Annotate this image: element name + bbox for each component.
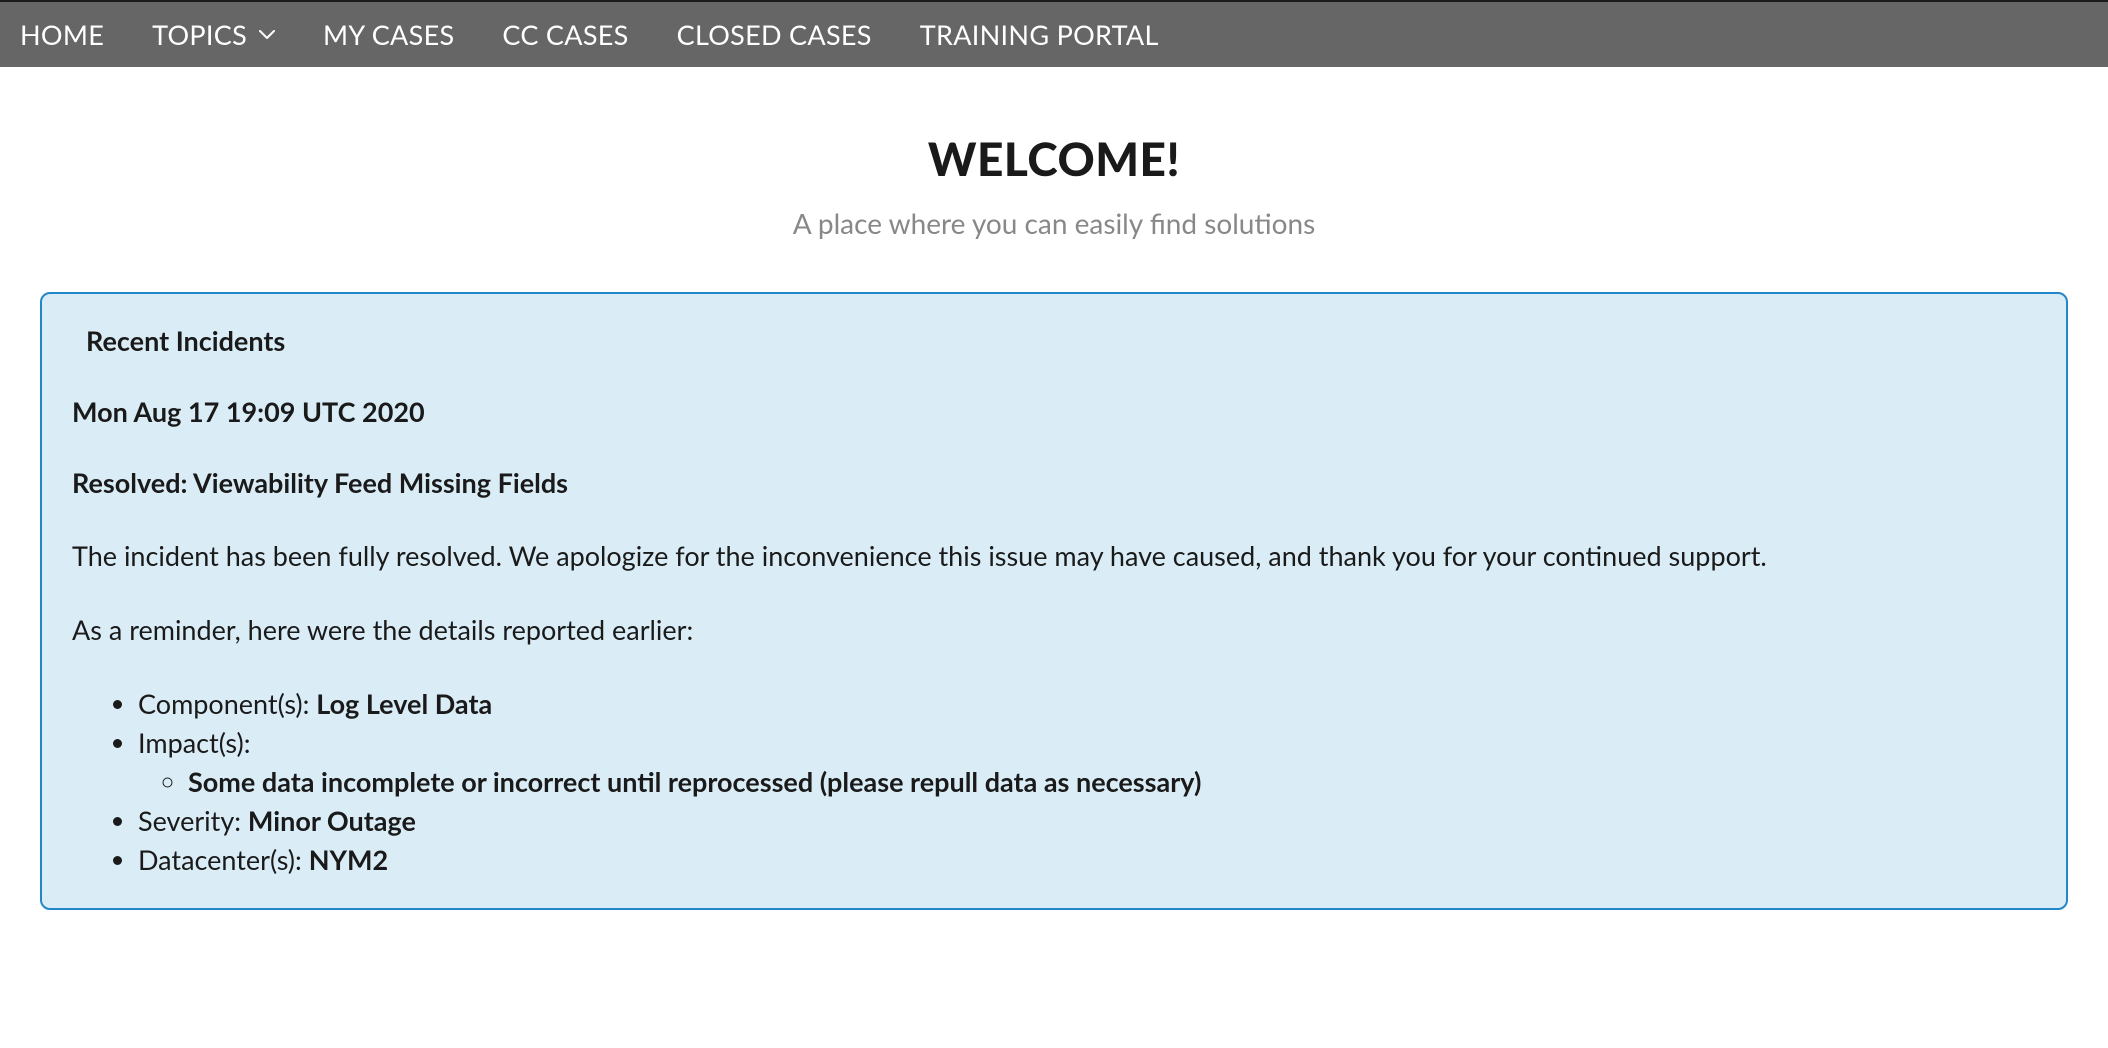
nav-my-cases[interactable]: MY CASES: [299, 18, 478, 51]
nav-closed-cases-label: CLOSED CASES: [677, 18, 872, 51]
panel-title: Recent Incidents: [86, 324, 2036, 357]
impact-sublist: Some data incomplete or incorrect until …: [138, 762, 2036, 801]
nav-closed-cases[interactable]: CLOSED CASES: [653, 18, 896, 51]
detail-datacenter: Datacenter(s): NYM2: [138, 840, 2036, 879]
nav-home[interactable]: HOME: [8, 18, 128, 51]
datacenter-label: Datacenter(s):: [138, 843, 309, 876]
page-content: WELCOME! A place where you can easily fi…: [0, 131, 2108, 910]
hero-title: WELCOME!: [40, 131, 2068, 186]
severity-value: Minor Outage: [248, 804, 416, 837]
incident-body: The incident has been fully resolved. We…: [72, 537, 2036, 575]
detail-severity: Severity: Minor Outage: [138, 801, 2036, 840]
severity-label: Severity:: [138, 804, 248, 837]
component-label: Component(s):: [138, 687, 316, 720]
hero-subtitle: A place where you can easily find soluti…: [40, 206, 2068, 240]
component-value: Log Level Data: [316, 687, 492, 720]
detail-impact: Impact(s): Some data incomplete or incor…: [138, 723, 2036, 801]
chevron-down-icon: [259, 30, 275, 40]
nav-topics-label: TOPICS: [152, 18, 247, 51]
nav-training-portal[interactable]: TRAINING PORTAL: [896, 18, 1183, 51]
incident-date: Mon Aug 17 19:09 UTC 2020: [72, 395, 2036, 428]
hero-section: WELCOME! A place where you can easily fi…: [40, 131, 2068, 240]
recent-incidents-panel: Recent Incidents Mon Aug 17 19:09 UTC 20…: [40, 292, 2068, 910]
detail-component: Component(s): Log Level Data: [138, 684, 2036, 723]
impact-item-text: Some data incomplete or incorrect until …: [188, 765, 1201, 798]
nav-home-label: HOME: [20, 18, 104, 51]
nav-training-portal-label: TRAINING PORTAL: [920, 18, 1159, 51]
incident-reminder: As a reminder, here were the details rep…: [72, 613, 2036, 646]
main-navbar: HOME TOPICS MY CASES CC CASES CLOSED CAS…: [0, 2, 2108, 67]
nav-cc-cases[interactable]: CC CASES: [478, 18, 652, 51]
datacenter-value: NYM2: [309, 843, 388, 876]
incident-title: Resolved: Viewability Feed Missing Field…: [72, 466, 2036, 499]
impact-item: Some data incomplete or incorrect until …: [188, 762, 2036, 801]
incident-details-list: Component(s): Log Level Data Impact(s): …: [72, 684, 2036, 880]
nav-cc-cases-label: CC CASES: [502, 18, 628, 51]
nav-topics[interactable]: TOPICS: [128, 18, 299, 51]
impact-label: Impact(s):: [138, 726, 250, 759]
nav-my-cases-label: MY CASES: [323, 18, 454, 51]
